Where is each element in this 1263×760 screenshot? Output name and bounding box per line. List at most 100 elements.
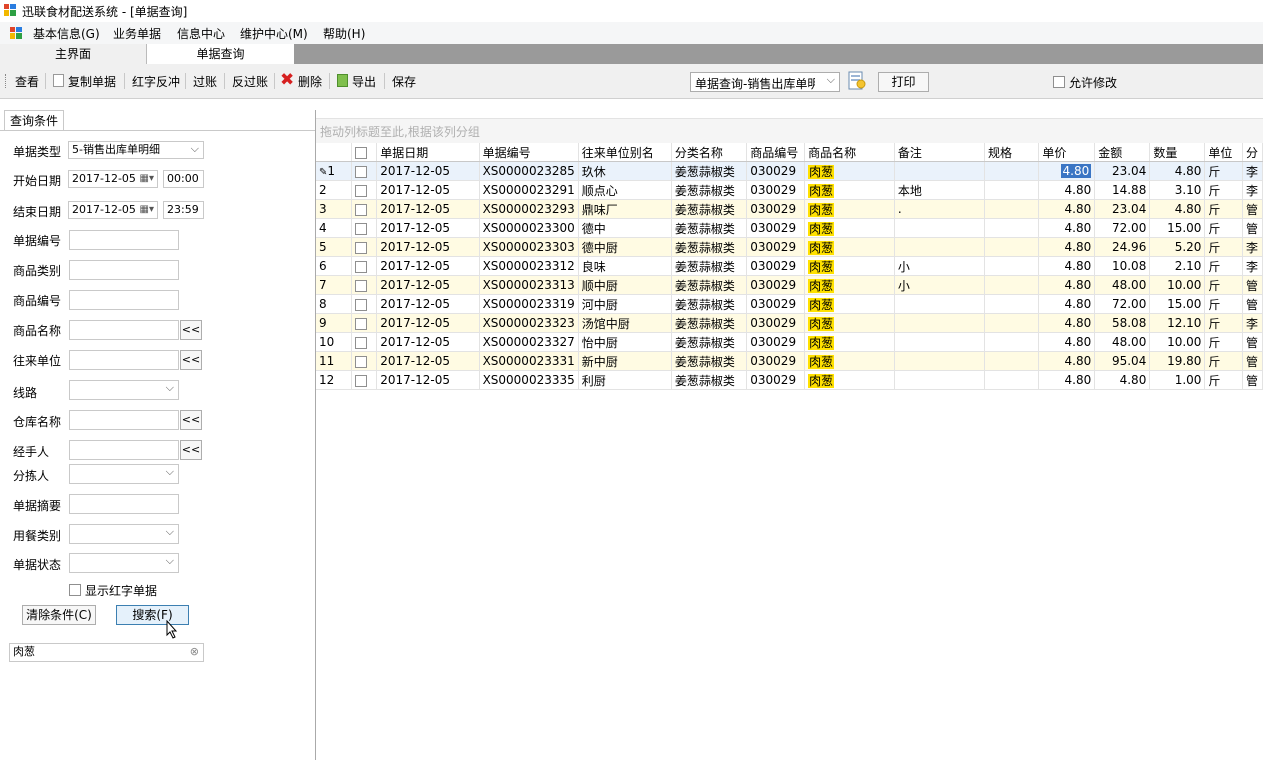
copy-doc-button[interactable]: 复制单据: [68, 73, 116, 90]
cell-note[interactable]: [894, 161, 985, 181]
cell-partner[interactable]: 玖休: [578, 161, 672, 181]
cell-amount[interactable]: 95.04: [1094, 351, 1151, 371]
tab-query-conditions[interactable]: 查询条件: [4, 110, 64, 131]
export-button[interactable]: 导出: [352, 73, 376, 90]
cell-code[interactable]: 030029: [746, 218, 806, 238]
cell-spec[interactable]: [984, 180, 1040, 200]
cell-note[interactable]: 本地: [894, 180, 985, 200]
cell-unit[interactable]: 斤: [1204, 370, 1243, 390]
cell-partner[interactable]: 新中厨: [578, 351, 672, 371]
cell-spec[interactable]: [984, 294, 1040, 314]
cell-unit[interactable]: 斤: [1204, 237, 1243, 257]
cell-qty[interactable]: 3.10: [1149, 180, 1206, 200]
cell-amount[interactable]: 72.00: [1094, 218, 1151, 238]
goods-no-input[interactable]: [69, 290, 179, 310]
meal-type-select[interactable]: [69, 524, 179, 544]
cell-spec[interactable]: [984, 218, 1040, 238]
handler-input[interactable]: [69, 440, 179, 460]
cell-partner[interactable]: 德中: [578, 218, 672, 238]
cell-note[interactable]: [894, 370, 985, 390]
cell-code[interactable]: 030029: [746, 370, 806, 390]
cell-more[interactable]: 李: [1242, 237, 1263, 257]
cell-more[interactable]: 管: [1242, 370, 1263, 390]
cell-partner[interactable]: 河中厨: [578, 294, 672, 314]
tab-main[interactable]: 主界面: [0, 44, 147, 64]
post-button[interactable]: 过账: [193, 73, 217, 90]
cell-cat[interactable]: 姜葱蒜椒类: [671, 237, 748, 257]
cell-note[interactable]: [894, 294, 985, 314]
row-checkbox[interactable]: [354, 165, 367, 178]
cell-spec[interactable]: [984, 275, 1040, 295]
start-time-field[interactable]: 00:00: [163, 170, 204, 188]
show-red-checkbox[interactable]: [69, 584, 81, 596]
cell-price[interactable]: 4.80: [1038, 256, 1096, 276]
cell-name[interactable]: 肉葱: [804, 218, 895, 238]
cell-note[interactable]: [894, 351, 985, 371]
cell-qty[interactable]: 4.80: [1149, 199, 1206, 219]
group-by-bar[interactable]: 拖动列标题至此,根据该列分组: [316, 118, 1263, 144]
cell-unit[interactable]: 斤: [1204, 351, 1243, 371]
row-checkbox-cell[interactable]: [351, 275, 378, 295]
col-header-more[interactable]: 分: [1242, 143, 1263, 162]
cell-partner[interactable]: 鼎味厂: [578, 199, 672, 219]
table-row[interactable]: 12 2017-12-05 XS0000023335 利厨 姜葱蒜椒类 030029 肉葱 4…: [316, 370, 1263, 390]
partner-input[interactable]: [69, 350, 179, 370]
cell-cat[interactable]: 姜葱蒜椒类: [671, 180, 748, 200]
table-row[interactable]: 4 2017-12-05 XS0000023300 德中 姜葱蒜椒类 030029 肉葱 4.…: [316, 218, 1263, 238]
doc-status-select[interactable]: [69, 553, 179, 573]
cell-amount[interactable]: 58.08: [1094, 313, 1151, 333]
row-checkbox-cell[interactable]: [351, 370, 378, 390]
cell-amount[interactable]: 23.04: [1094, 199, 1151, 219]
cell-cat[interactable]: 姜葱蒜椒类: [671, 161, 748, 181]
row-checkbox-cell[interactable]: [351, 313, 378, 333]
col-header-date[interactable]: 单据日期: [376, 143, 480, 162]
cell-code[interactable]: 030029: [746, 332, 806, 352]
menu-basic-info[interactable]: 基本信息(G): [33, 25, 100, 42]
cell-no[interactable]: XS0000023303: [479, 237, 579, 257]
table-row[interactable]: 10 2017-12-05 XS0000023327 怡中厨 姜葱蒜椒类 030029 肉葱…: [316, 332, 1263, 352]
row-checkbox[interactable]: [354, 184, 367, 197]
cell-unit[interactable]: 斤: [1204, 218, 1243, 238]
cell-qty[interactable]: 2.10: [1149, 256, 1206, 276]
table-row[interactable]: 9 2017-12-05 XS0000023323 汤馆中厨 姜葱蒜椒类 030029 肉葱…: [316, 313, 1263, 333]
cell-partner[interactable]: 顺点心: [578, 180, 672, 200]
table-row[interactable]: 8 2017-12-05 XS0000023319 河中厨 姜葱蒜椒类 030029 肉葱 4…: [316, 294, 1263, 314]
warehouse-pick-button[interactable]: <<: [180, 410, 202, 430]
cell-code[interactable]: 030029: [746, 351, 806, 371]
menu-info-center[interactable]: 信息中心: [177, 25, 225, 42]
col-header-qty[interactable]: 数量: [1149, 143, 1206, 162]
print-button[interactable]: 打印: [878, 72, 929, 92]
row-checkbox-cell[interactable]: [351, 180, 378, 200]
cell-price[interactable]: 4.80: [1038, 313, 1096, 333]
cell-more[interactable]: 李: [1242, 161, 1263, 181]
cell-date[interactable]: 2017-12-05: [376, 237, 480, 257]
clear-conditions-button[interactable]: 清除条件(C): [22, 605, 96, 625]
cell-no[interactable]: XS0000023323: [479, 313, 579, 333]
cell-no[interactable]: XS0000023313: [479, 275, 579, 295]
cell-cat[interactable]: 姜葱蒜椒类: [671, 370, 748, 390]
row-checkbox[interactable]: [354, 355, 367, 368]
cell-spec[interactable]: [984, 351, 1040, 371]
col-header-note[interactable]: 备注: [894, 143, 985, 162]
cell-more[interactable]: 管: [1242, 199, 1263, 219]
delete-button[interactable]: 删除: [298, 73, 322, 90]
allow-edit-checkbox[interactable]: [1053, 76, 1065, 88]
col-header-partner[interactable]: 往来单位别名: [578, 143, 672, 162]
cell-spec[interactable]: [984, 161, 1040, 181]
cell-name[interactable]: 肉葱: [804, 180, 895, 200]
cell-unit[interactable]: 斤: [1204, 275, 1243, 295]
goods-category-input[interactable]: [69, 260, 179, 280]
cell-name[interactable]: 肉葱: [804, 161, 895, 181]
cell-date[interactable]: 2017-12-05: [376, 351, 480, 371]
cell-date[interactable]: 2017-12-05: [376, 161, 480, 181]
cell-name[interactable]: 肉葱: [804, 199, 895, 219]
cell-partner[interactable]: 顺中厨: [578, 275, 672, 295]
cell-spec[interactable]: [984, 313, 1040, 333]
cell-cat[interactable]: 姜葱蒜椒类: [671, 275, 748, 295]
cell-no[interactable]: XS0000023312: [479, 256, 579, 276]
cell-no[interactable]: XS0000023300: [479, 218, 579, 238]
cell-name[interactable]: 肉葱: [804, 294, 895, 314]
cell-unit[interactable]: 斤: [1204, 180, 1243, 200]
doc-no-input[interactable]: [69, 230, 179, 250]
select-all-header[interactable]: [351, 143, 378, 162]
